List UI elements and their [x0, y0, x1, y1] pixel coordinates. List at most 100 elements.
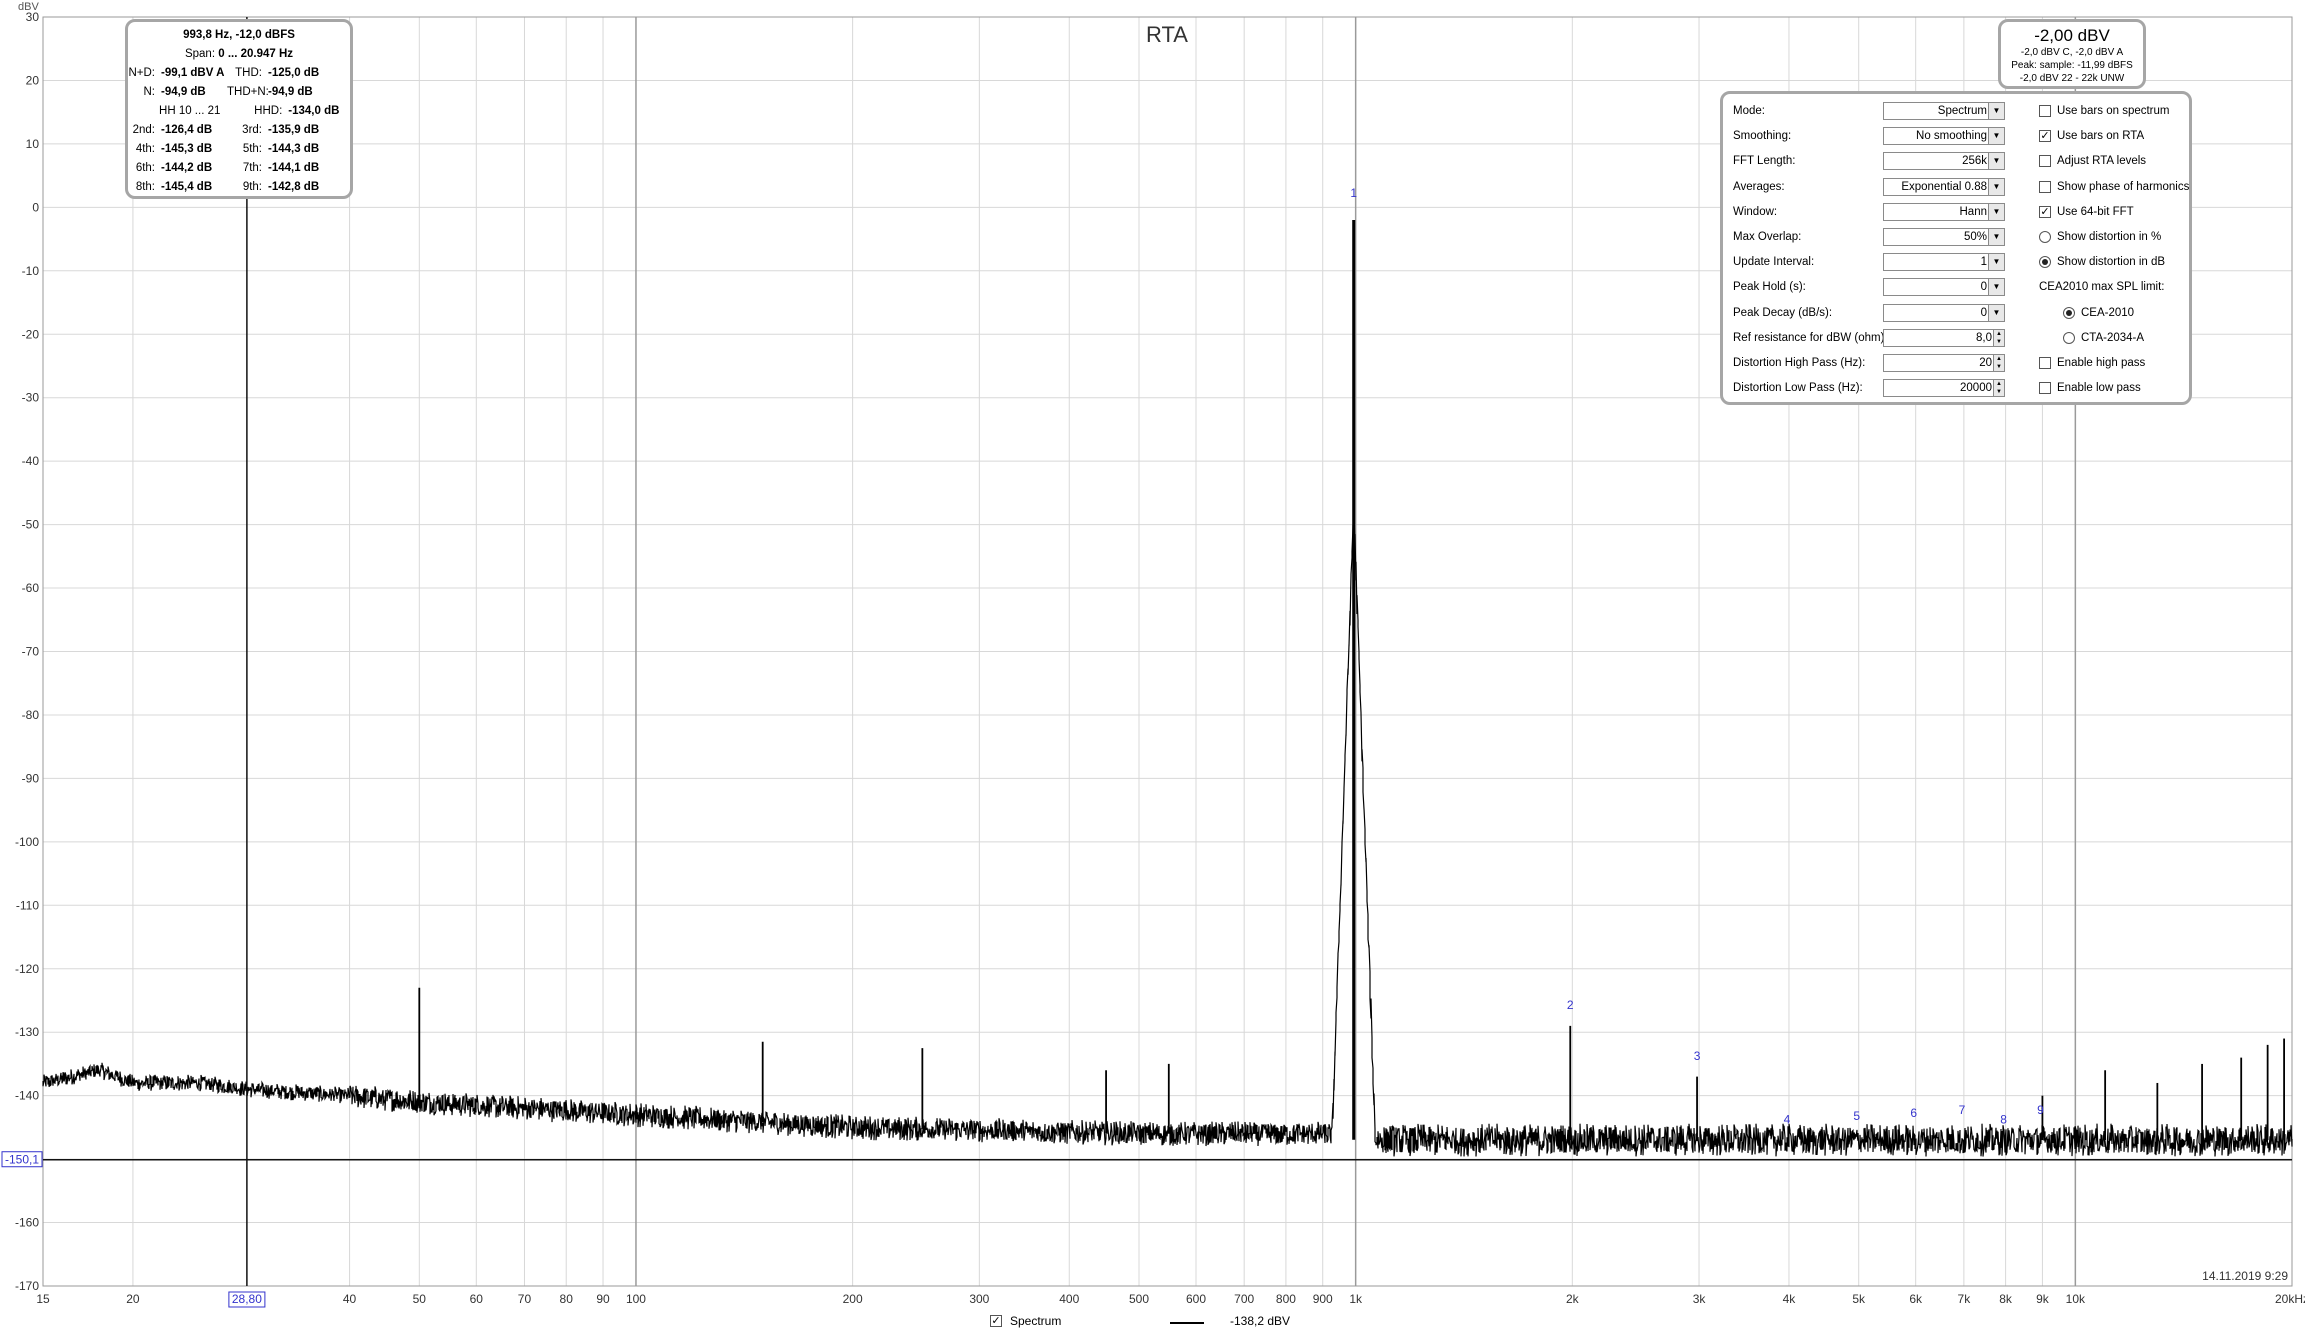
harmonic-row: 2nd: -126,4 dB 3rd: -135,9 dB	[128, 121, 350, 140]
spectrum-legend-checkbox[interactable]: ✓	[990, 1315, 1002, 1327]
control-label: Distortion High Pass (Hz):	[1733, 357, 1866, 369]
x-tick-label: 10k	[2066, 1292, 2086, 1306]
metric-value: -144,3 dB	[268, 143, 320, 155]
harmonic-marker: 6	[1910, 1106, 1917, 1120]
control-row: Mode: Spectrum ▼ Use bars on spectrum	[1723, 101, 2189, 121]
option-radio[interactable]	[2063, 306, 2075, 319]
x-tick-label: 4k	[1783, 1292, 1797, 1306]
control-label: Window:	[1733, 205, 1778, 218]
option-checkbox[interactable]	[2039, 357, 2051, 369]
level-main: -2,00 dBV	[2034, 26, 2110, 45]
control-value: 20	[1979, 357, 1992, 369]
spinner-arrows-icon[interactable]: ▲ ▼	[1993, 355, 2004, 371]
control-label: FFT Length:	[1733, 155, 1796, 168]
chevron-down-icon[interactable]: ▼	[1988, 178, 2004, 195]
control-label: Ref resistance for dBW (ohm):	[1733, 331, 1888, 344]
control-value: 1	[1980, 256, 1987, 269]
metric-value: -126,4 dB	[161, 124, 213, 136]
rta-controls-panel[interactable]: Mode: Spectrum ▼ Use bars on spectrum Smooth…	[1720, 91, 2192, 405]
chevron-down-icon[interactable]: ▼	[1988, 103, 2004, 119]
y-tick-label: -100	[15, 835, 39, 849]
option-checkbox[interactable]	[2039, 180, 2051, 193]
option-label: Enable low pass	[2057, 382, 2141, 395]
option-label: Use bars on RTA	[2057, 130, 2145, 143]
chevron-down-icon[interactable]: ▼	[1988, 254, 2004, 271]
x-tick-label: 20kHz	[2275, 1292, 2305, 1306]
x-tick-label: 15	[36, 1292, 50, 1306]
metric-value: -125,0 dB	[268, 67, 320, 79]
dropdown[interactable]: 0 ▼	[1883, 278, 2005, 297]
option-checkbox[interactable]	[2039, 382, 2051, 395]
metric-label: N:	[143, 86, 156, 98]
y-tick-label: 10	[26, 137, 40, 151]
chevron-down-icon[interactable]: ▼	[1988, 153, 2004, 170]
x-tick-label: 80	[560, 1292, 574, 1306]
option-checkbox[interactable]: ✓	[2039, 205, 2051, 218]
level-line1: -2,0 dBV C, -2,0 dBV A	[2020, 47, 2124, 58]
harmonic-marker: 5	[1853, 1109, 1860, 1123]
chevron-down-icon[interactable]: ▼	[1988, 203, 2004, 220]
dropdown[interactable]: 1 ▼	[1883, 253, 2005, 272]
numeric-spinner[interactable]: 20 ▲ ▼	[1883, 354, 2005, 372]
option-label: Use bars on spectrum	[2057, 105, 2170, 117]
option-checkbox[interactable]: ✓	[2039, 130, 2051, 143]
control-label: Mode:	[1733, 105, 1765, 117]
control-value: No smoothing	[1916, 130, 1987, 143]
chevron-down-icon[interactable]: ▼	[1988, 128, 2004, 145]
option-label: Adjust RTA levels	[2057, 155, 2147, 168]
x-tick-label: 8k	[1999, 1292, 2013, 1306]
chevron-down-icon[interactable]: ▼	[1988, 279, 2004, 296]
option-checkbox[interactable]	[2039, 155, 2051, 168]
y-tick-label: -170	[15, 1279, 39, 1293]
dropdown[interactable]: Hann ▼	[1883, 202, 2005, 221]
chevron-down-icon[interactable]: ▼	[1988, 229, 2004, 245]
control-label: Averages:	[1733, 180, 1785, 193]
x-tick-label: 2k	[1566, 1292, 1580, 1306]
dropdown[interactable]: Exponential 0.88 ▼	[1883, 177, 2005, 196]
metric-value: -145,4 dB	[161, 181, 213, 193]
chevron-down-icon[interactable]: ▼	[1988, 304, 2004, 321]
harmonic-row: 8th: -145,4 dB 9th: -142,8 dB	[128, 178, 350, 197]
numeric-spinner[interactable]: 20000 ▲ ▼	[1883, 379, 2005, 398]
legend-line-swatch	[1170, 1322, 1204, 1324]
dropdown[interactable]: No smoothing ▼	[1883, 127, 2005, 146]
control-value: 20000	[1960, 382, 1992, 395]
spinner-arrows-icon[interactable]: ▲ ▼	[1993, 380, 2004, 397]
dropdown[interactable]: 0 ▼	[1883, 303, 2005, 322]
control-row: Smoothing: No smoothing ▼ ✓ Use bars on RTA	[1723, 126, 2189, 146]
spectrum-trace	[42, 513, 2293, 1157]
x-tick-label: 100	[626, 1292, 646, 1306]
x-tick-label: 700	[1234, 1292, 1254, 1306]
metric-value: -142,8 dB	[268, 181, 320, 193]
x-tick-label: 1k	[1349, 1292, 1363, 1306]
harmonic-marker: 9	[2037, 1103, 2044, 1117]
option-radio[interactable]	[2039, 256, 2051, 269]
dropdown[interactable]: 50% ▼	[1883, 228, 2005, 246]
harmonic-marker: 1	[1350, 186, 1357, 200]
control-label: Update Interval:	[1733, 256, 1815, 269]
level-panel[interactable]: -2,00 dBV -2,0 dBV C, -2,0 dBV A Peak: s…	[1998, 19, 2146, 89]
section-label: CEA2010 max SPL limit:	[2039, 281, 2165, 294]
control-row: Averages: Exponential 0.88 ▼ Show phase of …	[1723, 177, 2189, 197]
dropdown[interactable]: Spectrum ▼	[1883, 102, 2005, 120]
option-radio[interactable]	[2063, 331, 2075, 344]
chart-title: RTA	[1146, 22, 1188, 47]
option-checkbox[interactable]	[2039, 105, 2051, 117]
dropdown[interactable]: 256k ▼	[1883, 152, 2005, 171]
option-radio[interactable]	[2039, 231, 2051, 243]
harmonics-panel[interactable]: 993,8 Hz, -12,0 dBFS Span: 0 ... 20.947 …	[125, 19, 353, 199]
control-value: 0	[1980, 306, 1987, 319]
y-tick-label: -70	[22, 645, 40, 659]
spinner-arrows-icon[interactable]: ▲ ▼	[1993, 329, 2004, 346]
cursor-x-label: 28,80	[232, 1292, 262, 1306]
control-row: Peak Decay (dB/s): 0 ▼ CEA-2010	[1723, 303, 2189, 323]
metric-label: 3rd:	[242, 124, 262, 136]
y-tick-label: -20	[22, 327, 40, 341]
numeric-spinner[interactable]: 8,0 ▲ ▼	[1883, 328, 2005, 347]
metric-label: 8th:	[135, 181, 155, 193]
x-tick-label: 7k	[1958, 1292, 1972, 1306]
control-row: Ref resistance for dBW (ohm): 8,0 ▲ ▼ CTA-20…	[1723, 328, 2189, 348]
control-row: Window: Hann ▼ ✓ Use 64-bit FFT	[1723, 202, 2189, 222]
option-label: Show distortion in dB	[2057, 256, 2166, 269]
metric-label: 5th:	[242, 143, 262, 155]
